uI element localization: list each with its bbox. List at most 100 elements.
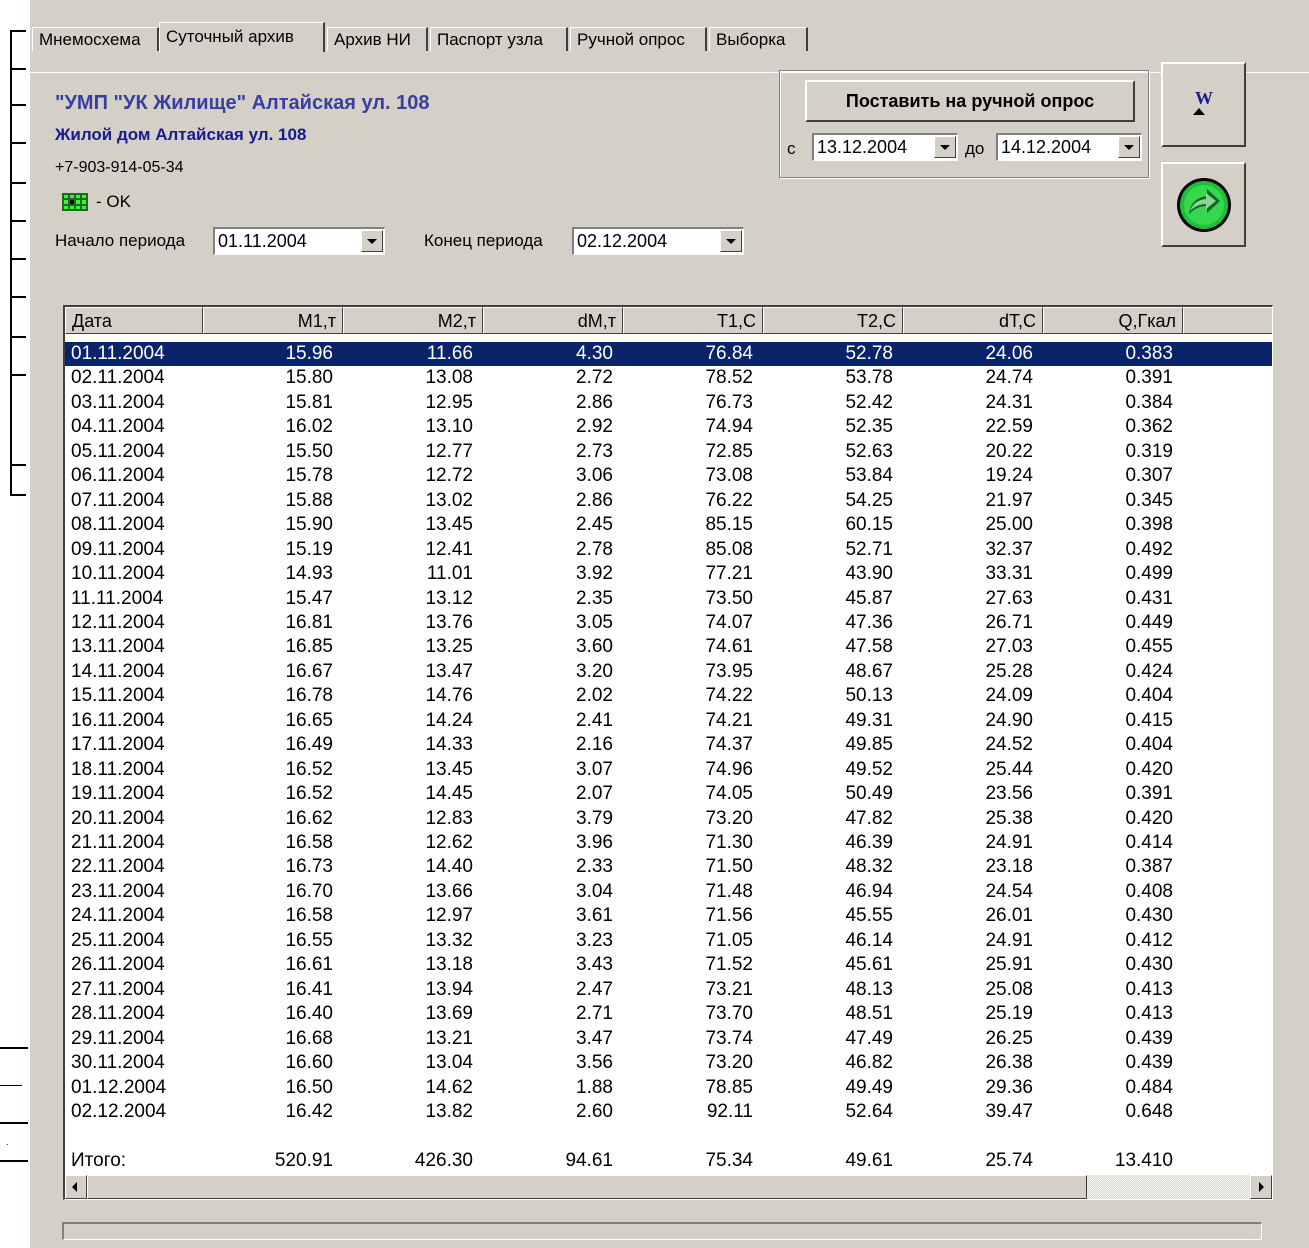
value-cell: 12.41 [425,539,473,560]
value-cell: 49.85 [845,734,893,755]
total-row[interactable]: Итого: 520.91 426.30 94.61 75.34 49.61 25.74 13… [65,1149,1272,1173]
tab-ni-archive[interactable]: Архив НИ [327,27,428,51]
table-row[interactable]: 17.11.2004 16.49 14.33 2.16 74.37 49.85 24.52 0… [65,733,1272,757]
period-start-date-picker[interactable]: 01.11.2004 [213,227,385,255]
value-cell: 73.08 [705,465,753,486]
value-cell: 16.52 [285,783,333,804]
date-cell: 06.11.2004 [71,465,165,486]
table-row[interactable]: 18.11.2004 16.52 13.45 3.07 74.96 49.52 25.44 0… [65,758,1272,782]
table-row[interactable]: 08.11.2004 15.90 13.45 2.45 85.15 60.15 25.00 0… [65,513,1272,537]
col-m1-header[interactable]: M1,т [203,307,343,334]
scroll-left-button[interactable] [65,1175,87,1199]
table-row[interactable]: 26.11.2004 16.61 13.18 3.43 71.52 45.61 25.91 0… [65,953,1272,977]
value-cell: 94.61 [565,1150,613,1171]
table-row[interactable]: 01.12.2004 16.50 14.62 1.88 78.85 49.49 29.36 0… [65,1076,1272,1100]
table-row[interactable]: 11.11.2004 15.47 13.12 2.35 73.50 45.87 27.63 0… [65,587,1272,611]
tab-node-passport[interactable]: Паспорт узла [430,27,568,51]
period-end-date-picker[interactable]: 02.12.2004 [572,227,744,255]
chevron-down-icon[interactable] [934,136,956,158]
date-cell: 24.11.2004 [71,905,165,926]
tab-selection[interactable]: Выборка [709,27,808,51]
date-cell: 14.11.2004 [71,661,165,682]
horizontal-scrollbar[interactable] [65,1175,1272,1199]
table-row[interactable]: 02.11.2004 15.80 13.08 2.72 78.52 53.78 24.74 0… [65,366,1272,390]
scroll-right-button[interactable] [1250,1175,1272,1199]
value-cell: 48.13 [845,979,893,1000]
poll-to-date-picker[interactable]: 14.12.2004 [996,133,1142,161]
value-cell: 14.93 [285,563,333,584]
value-cell: 24.54 [985,881,1033,902]
table-row[interactable]: 22.11.2004 16.73 14.40 2.33 71.50 48.32 23.18 0… [65,855,1272,879]
value-cell: 71.30 [705,832,753,853]
col-t1-header[interactable]: T1,C [623,307,763,334]
table-row[interactable]: 12.11.2004 16.81 13.76 3.05 74.07 47.36 26.71 0… [65,611,1272,635]
value-cell: 0.420 [1125,808,1173,829]
value-cell: 16.41 [285,979,333,1000]
value-cell: 16.65 [285,710,333,731]
table-row[interactable]: 19.11.2004 16.52 14.45 2.07 74.05 50.49 23.56 0… [65,782,1272,806]
col-v-header[interactable]: В [1183,307,1272,334]
export-word-button[interactable]: W [1161,62,1246,147]
chevron-down-icon[interactable] [1118,136,1140,158]
value-cell: 0.398 [1125,514,1173,535]
value-cell: 3.05 [576,612,613,633]
poll-to-value: 14.12.2004 [1001,137,1092,157]
value-cell: 74.94 [705,416,753,437]
value-cell: 74.07 [705,612,753,633]
table-row[interactable]: 20.11.2004 16.62 12.83 3.79 73.20 47.82 25.38 0… [65,807,1272,831]
table-row[interactable]: 23.11.2004 16.70 13.66 3.04 71.48 46.94 24.54 0… [65,880,1272,904]
value-cell: 47.82 [845,808,893,829]
table-row[interactable]: 24.11.2004 16.58 12.97 3.61 71.56 45.55 26.01 0… [65,904,1272,928]
table-row[interactable]: 09.11.2004 15.19 12.41 2.78 85.08 52.71 32.37 0… [65,538,1272,562]
value-cell: 27.03 [985,636,1033,657]
table-row[interactable]: 05.11.2004 15.50 12.77 2.73 72.85 52.63 20.22 0… [65,440,1272,464]
chevron-down-icon[interactable] [361,230,383,252]
table-row[interactable]: 30.11.2004 16.60 13.04 3.56 73.20 46.82 26.38 0… [65,1051,1272,1075]
value-cell: 13.32 [425,930,473,951]
col-m2-header[interactable]: M2,т [343,307,483,334]
table-row[interactable]: 28.11.2004 16.40 13.69 2.71 73.70 48.51 25.19 0… [65,1002,1272,1026]
tab-daily-archive[interactable]: Суточный архив [159,22,325,52]
value-cell: 22.59 [985,416,1033,437]
value-cell: 2.41 [576,710,613,731]
tab-manual-poll[interactable]: Ручной опрос [570,27,707,51]
date-cell: 30.11.2004 [71,1052,165,1073]
poll-from-date-picker[interactable]: 13.12.2004 [812,133,958,161]
table-row[interactable]: 13.11.2004 16.85 13.25 3.60 74.61 47.58 27.03 0… [65,635,1272,659]
value-cell: 0.307 [1125,465,1173,486]
scroll-thumb[interactable] [87,1175,1087,1199]
col-date-header[interactable]: Дата [65,307,203,334]
value-cell: 16.81 [285,612,333,633]
col-q-header[interactable]: Q,Гкал [1043,307,1183,334]
tab-mnemoscheme[interactable]: Мнемосхема [32,27,159,51]
table-row[interactable]: 04.11.2004 16.02 13.10 2.92 74.94 52.35 22.59 0… [65,415,1272,439]
chevron-down-icon[interactable] [720,230,742,252]
table-row[interactable]: 02.12.2004 16.42 13.82 2.60 92.11 52.64 39.47 0… [65,1100,1272,1124]
table-row[interactable]: 21.11.2004 16.58 12.62 3.96 71.30 46.39 24.91 0… [65,831,1272,855]
table-row[interactable]: 16.11.2004 16.65 14.24 2.41 74.21 49.31 24.90 0… [65,709,1272,733]
table-row[interactable]: 15.11.2004 16.78 14.76 2.02 74.22 50.13 24.09 0… [65,684,1272,708]
value-cell: 24.91 [985,930,1033,951]
table-row[interactable]: 06.11.2004 15.78 12.72 3.06 73.08 53.84 19.24 0… [65,464,1272,488]
table-row[interactable]: 27.11.2004 16.41 13.94 2.47 73.21 48.13 25.08 0… [65,978,1272,1002]
table-row[interactable]: 07.11.2004 15.88 13.02 2.86 76.22 54.25 21.97 0… [65,489,1272,513]
table-row[interactable]: 10.11.2004 14.93 11.01 3.92 77.21 43.90 33.31 0… [65,562,1272,586]
table-row[interactable]: 03.11.2004 15.81 12.95 2.86 76.73 52.42 24.31 0… [65,391,1272,415]
table-row[interactable]: 01.11.2004 15.96 11.66 4.30 76.84 52.78 24.06 0… [65,342,1272,366]
date-cell: 04.11.2004 [71,416,165,437]
date-cell: 10.11.2004 [71,563,165,584]
set-manual-poll-button[interactable]: Поставить на ручной опрос [805,80,1135,122]
refresh-button[interactable] [1161,162,1246,247]
col-dm-header[interactable]: dM,т [483,307,623,334]
value-cell: 0.430 [1125,954,1173,975]
col-t2-header[interactable]: T2,C [763,307,903,334]
value-cell: 46.14 [845,930,893,951]
value-cell: 520.91 [274,1150,333,1171]
table-row[interactable]: 25.11.2004 16.55 13.32 3.23 71.05 46.14 24.91 0… [65,929,1272,953]
daily-archive-table[interactable]: Дата M1,т M2,т dM,т T1,C T2,C dT,C Q,Гка… [63,305,1273,1200]
date-cell: 12.11.2004 [71,612,165,633]
table-row[interactable]: 29.11.2004 16.68 13.21 3.47 73.74 47.49 26.25 0… [65,1027,1272,1051]
table-row[interactable]: 14.11.2004 16.67 13.47 3.20 73.95 48.67 25.28 0… [65,660,1272,684]
col-dt-header[interactable]: dT,C [903,307,1043,334]
value-cell: 24.52 [985,734,1033,755]
